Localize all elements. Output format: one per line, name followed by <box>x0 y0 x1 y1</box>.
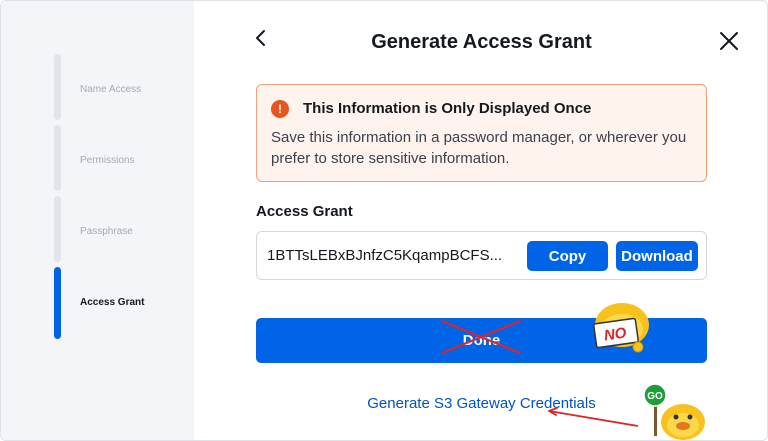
access-grant-value[interactable]: 1BTTsLEBxBJnfzC5KqampBCFS... <box>267 247 517 264</box>
step-passphrase: Passphrase <box>54 196 194 262</box>
step-bar <box>54 125 61 191</box>
done-button[interactable]: Done <box>256 318 707 363</box>
warning-banner: ! This Information is Only Displayed Onc… <box>256 84 707 182</box>
step-label: Permissions <box>80 155 135 166</box>
access-grant-label: Access Grant <box>256 203 353 220</box>
access-grant-field: 1BTTsLEBxBJnfzC5KqampBCFS... Copy Downlo… <box>256 231 707 280</box>
generate-s3-credentials-link[interactable]: Generate S3 Gateway Credentials <box>256 395 707 412</box>
step-bar-active <box>54 267 61 339</box>
step-label: Name Access <box>80 84 142 95</box>
step-name-access: Name Access <box>54 54 194 120</box>
warning-body: Save this information in a password mana… <box>271 129 687 167</box>
warning-title: This Information is Only Displayed Once <box>303 100 592 117</box>
step-bar <box>54 54 61 120</box>
close-button[interactable] <box>717 29 741 53</box>
dialog-title: Generate Access Grant <box>371 31 592 53</box>
exclamation-icon: ! <box>271 100 289 118</box>
step-label: Access Grant <box>80 297 145 308</box>
step-access-grant: Access Grant <box>54 267 194 339</box>
step-permissions: Permissions <box>54 125 194 191</box>
step-bar <box>54 196 61 262</box>
download-button[interactable]: Download <box>616 241 698 271</box>
step-label: Passphrase <box>80 226 133 237</box>
copy-button[interactable]: Copy <box>527 241 608 271</box>
close-icon <box>720 32 738 50</box>
stepper-sidebar: Name Access Permissions Passphrase Acces… <box>1 1 194 440</box>
access-grant-dialog: Name Access Permissions Passphrase Acces… <box>0 0 768 441</box>
